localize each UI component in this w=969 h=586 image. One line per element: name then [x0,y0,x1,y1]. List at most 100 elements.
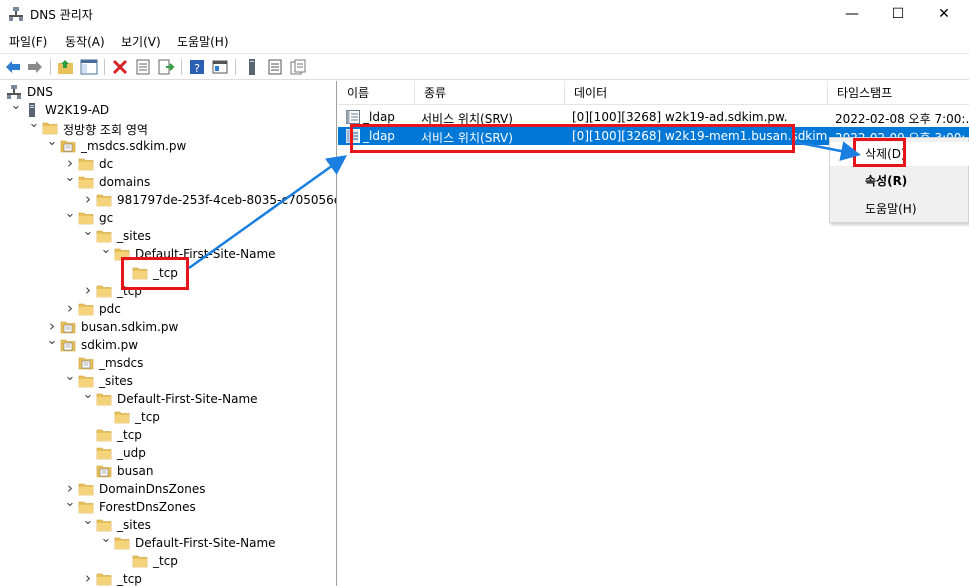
context-menu-delete[interactable]: 삭제(D) [830,142,969,166]
tree-item-label: _tcp [153,266,178,280]
tree-item[interactable]: › 981797de-253f-4ceb-8035-c705056e5 [0,191,337,209]
tree-item[interactable]: _tcp [0,408,336,426]
chevron-down-icon[interactable]: ⌄ [10,99,22,115]
tree-item[interactable]: ⌄ domains [0,171,336,191]
menu-action[interactable]: 동작(A) [65,33,105,50]
tree-item[interactable]: ⌄ _sites [0,225,336,245]
tree-item[interactable]: › _tcp [0,570,336,586]
chevron-right-icon[interactable]: › [64,301,76,316]
minimize-button[interactable]: — [829,0,875,28]
export-list-icon[interactable] [157,58,175,76]
tree-item[interactable]: ⌄ _sites [0,370,336,390]
tree-item[interactable]: _tcp [0,426,336,444]
tree-item[interactable]: › dc [0,155,336,173]
record-type: 서비스 위치(SRV) [421,112,513,126]
tree-item[interactable]: _tcp [0,264,336,282]
toolbar: ? [0,53,969,80]
chevron-down-icon[interactable]: ⌄ [82,514,94,530]
column-header-data[interactable]: 데이터 [565,81,828,105]
menu-view[interactable]: 보기(V) [121,33,161,50]
tree-item[interactable]: › _tcp [0,282,336,300]
record-type: 서비스 위치(SRV) [421,131,513,145]
back-arrow-icon[interactable] [4,58,22,76]
tree-item-label: _sites [117,518,151,532]
tree-item[interactable]: _msdcs [0,354,336,372]
tree-item[interactable]: ⌄ _sites [0,514,336,534]
tree-item-label: _tcp [135,410,160,424]
tree-item-label: busan [117,464,154,478]
chevron-right-icon[interactable]: › [82,192,94,207]
column-header-timestamp[interactable]: 타임스탬프 [828,81,969,105]
tree-item-label: 981797de-253f-4ceb-8035-c705056e5 [117,193,337,207]
zone-records-icon[interactable] [289,58,307,76]
tree-item-label: _tcp [117,572,142,586]
tree-item[interactable]: ⌄ Default-First-Site-Name [0,532,336,552]
properties-icon[interactable] [134,58,152,76]
folder-icon [96,445,112,461]
chevron-down-icon[interactable]: ⌄ [64,171,76,187]
server-icon[interactable] [243,58,261,76]
folder-icon [96,571,112,586]
tree-item-label: gc [99,211,114,225]
delete-icon[interactable] [111,58,129,76]
folder-icon [132,265,148,281]
menu-file[interactable]: 파일(F) [9,33,47,50]
tree-item[interactable]: › pdc [0,300,336,318]
chevron-down-icon[interactable]: ⌄ [64,496,76,512]
tree-item[interactable]: ⌄ _msdcs.sdkim.pw [0,135,336,155]
tree-item-label: Default-First-Site-Name [135,536,276,550]
toolbar-separator [181,59,182,75]
title-bar: DNS 관리자 — ☐ ✕ [0,0,969,28]
tree-item[interactable]: DNS [0,83,336,101]
records-icon[interactable] [266,58,284,76]
zone-icon [60,319,76,335]
tree-item[interactable]: _tcp [0,552,336,570]
chevron-down-icon[interactable]: ⌄ [100,243,112,259]
tree-item-label: W2K19-AD [45,103,110,117]
console-view-icon[interactable] [211,58,229,76]
chevron-down-icon[interactable]: ⌄ [46,135,58,151]
tree-item-label: DNS [27,85,53,99]
show-hide-console-tree-icon[interactable] [80,58,98,76]
chevron-right-icon[interactable]: › [82,283,94,298]
chevron-right-icon[interactable]: › [82,571,94,586]
tree-item[interactable]: ⌄ gc [0,207,336,227]
chevron-down-icon[interactable]: ⌄ [64,370,76,386]
help-icon[interactable]: ? [188,58,206,76]
column-header-type[interactable]: 종류 [415,81,565,105]
up-folder-icon[interactable] [57,58,75,76]
list-item[interactable]: _ldap 서비스 위치(SRV) [0][100][3268] w2k19-a… [338,108,969,126]
chevron-right-icon[interactable]: › [64,156,76,171]
context-menu-properties[interactable]: 속성(R) [830,169,969,193]
tree-item-label: _udp [117,446,146,460]
folder-icon [114,409,130,425]
folder-icon [132,553,148,569]
folder-icon [78,174,94,190]
zone-icon [78,355,94,371]
tree-item[interactable]: _udp [0,444,336,462]
forward-arrow-icon[interactable] [26,58,44,76]
menu-help[interactable]: 도움말(H) [177,33,229,50]
tree-item[interactable]: › DomainDnsZones [0,480,336,498]
close-button[interactable]: ✕ [921,0,967,28]
chevron-down-icon[interactable]: ⌄ [82,225,94,241]
tree-item[interactable]: ⌄ Default-First-Site-Name [0,243,336,263]
tree-item[interactable]: ⌄ Default-First-Site-Name [0,388,336,408]
tree-item[interactable]: ⌄ sdkim.pw [0,334,336,354]
column-header-name[interactable]: 이름 [338,81,415,105]
chevron-down-icon[interactable]: ⌄ [46,334,58,350]
tree-item-label: _tcp [117,284,142,298]
tree-item[interactable]: busan [0,462,336,480]
tree-item[interactable]: ⌄ ForestDnsZones [0,496,336,516]
chevron-right-icon[interactable]: › [46,319,58,334]
console-tree[interactable]: DNS ⌄ W2K19-AD ⌄ 정방향 조회 영역 ⌄ _msdcs.sdkim.pw › d… [0,81,337,586]
context-menu-help[interactable]: 도움말(H) [830,197,969,221]
chevron-down-icon[interactable]: ⌄ [82,388,94,404]
chevron-down-icon[interactable]: ⌄ [100,532,112,548]
maximize-button[interactable]: ☐ [875,0,921,28]
record-data: [0][100][3268] w2k19-mem1.busan.sdkim.pw… [572,129,828,143]
chevron-down-icon[interactable]: ⌄ [28,117,40,133]
tree-item[interactable]: ⌄ W2K19-AD [0,99,336,119]
chevron-down-icon[interactable]: ⌄ [64,207,76,223]
chevron-right-icon[interactable]: › [64,481,76,496]
